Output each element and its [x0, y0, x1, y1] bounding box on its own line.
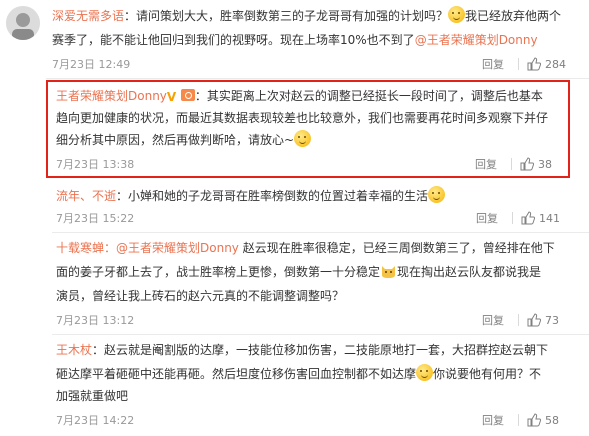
thumbs-up-icon[interactable] [527, 57, 541, 71]
avatar-image-icon [6, 6, 40, 40]
divider [518, 414, 519, 426]
mention-link[interactable]: @王者荣耀策划Donny [415, 33, 538, 47]
game-badge-icon [180, 89, 195, 101]
happy-emoji-icon [428, 186, 446, 203]
comment-time: 7月23日 13:12 [56, 314, 135, 327]
comment-text: ：请问策划大大，胜率倒数第三的子龙哥哥有加强的计划吗？ [124, 9, 449, 23]
divider [52, 334, 589, 335]
like-count: 284 [545, 57, 566, 71]
comment-time: 7月23日 15:22 [56, 212, 135, 225]
comment-text: 我已经放弃他两个 [465, 9, 562, 23]
comment-username[interactable]: 深爱无需多语 [52, 9, 124, 23]
cat-emoji-icon [380, 262, 397, 279]
like-count: 38 [538, 157, 552, 171]
thumbs-up-icon[interactable] [521, 211, 535, 225]
comment-time: 7月23日 14:22 [56, 414, 135, 427]
reply-button[interactable]: 回复 [482, 56, 504, 72]
comment-actions: 回复 284 [482, 56, 566, 72]
sweat-emoji-icon [416, 364, 434, 381]
comment-text: 现在掏出赵云队友都说我是 [397, 265, 542, 279]
comment-text: 你说要他有何用？不 [433, 367, 542, 381]
comment-text: 演员，曾经让我上砖石的赵六元真的不能调整调整吗？ [56, 289, 345, 303]
reply-button[interactable]: 回复 [475, 156, 497, 172]
verified-v-icon: V [166, 90, 177, 104]
like-count: 141 [539, 211, 560, 225]
comment-text: 赛季了，能不能让他回归到我们的视野呀。现在上场率10%也不到了 [52, 33, 415, 47]
divider [46, 78, 589, 79]
like-count: 58 [545, 413, 559, 427]
comment-text: 面的姜子牙都上去了，战士胜率榜上更惨，倒数第一十分稳定 [56, 265, 381, 279]
comment-text: 细分析其中原因，然后再做判断哈，请放心~ [56, 133, 295, 147]
comment-actions: 回复 73 [482, 312, 559, 328]
smile-emoji-icon [294, 130, 312, 147]
divider [518, 314, 519, 326]
divider [52, 232, 589, 233]
divider [512, 212, 513, 224]
thumbs-up-icon[interactable] [527, 313, 541, 327]
divider [511, 158, 512, 170]
comment-time: 7月23日 12:49 [52, 58, 131, 71]
comment-actions: 回复 38 [475, 156, 552, 172]
crying-laugh-emoji-icon [448, 6, 466, 23]
comment-text: ：其实距离上次对赵云的调整已经挺长一段时间了，调整后也基本 [194, 89, 543, 103]
reply-button[interactable]: 回复 [482, 312, 504, 328]
comment-username[interactable]: 十载寒蝉 [56, 241, 104, 255]
thumbs-up-icon[interactable] [520, 157, 534, 171]
comment-text: ：赵云就是阉割版的达摩，一技能位移加伤害，二技能原地打一套，大招群控赵云朝下 [92, 343, 549, 357]
like-count: 73 [545, 313, 559, 327]
avatar[interactable] [6, 6, 40, 40]
reply-button[interactable]: 回复 [476, 210, 498, 226]
thumbs-up-icon[interactable] [527, 413, 541, 427]
comment-username[interactable]: 王木杖 [56, 343, 92, 357]
comment-actions: 回复 141 [476, 210, 560, 226]
reply-button[interactable]: 回复 [482, 412, 504, 428]
divider [518, 58, 519, 70]
comment-text: 砸达摩平着砸砸中还能再砸。然后坦度位移伤害回血控制都不如达摩 [56, 367, 417, 381]
comment-text: ：小婵和她的子龙哥哥在胜率榜倒数的位置过着幸福的生活 [116, 189, 429, 203]
comment-username[interactable]: 流年、不逝 [56, 189, 116, 203]
comment-time: 7月23日 13:38 [56, 158, 135, 171]
mention-link[interactable]: ：@王者荣耀策划Donny [104, 241, 239, 255]
comment-text: 加强就重做吧 [56, 389, 129, 403]
comment-text: 趋向更加健康的状况，而最近其数据表现较差也比较意外，我们也需要再花时间多观察下并… [56, 111, 549, 125]
comment-actions: 回复 58 [482, 412, 559, 428]
comment-username[interactable]: 王者荣耀策划Donny [56, 89, 167, 103]
comment-text: 赵云现在胜率很稳定，已经三周倒数第三了，曾经排在他下 [238, 241, 555, 255]
